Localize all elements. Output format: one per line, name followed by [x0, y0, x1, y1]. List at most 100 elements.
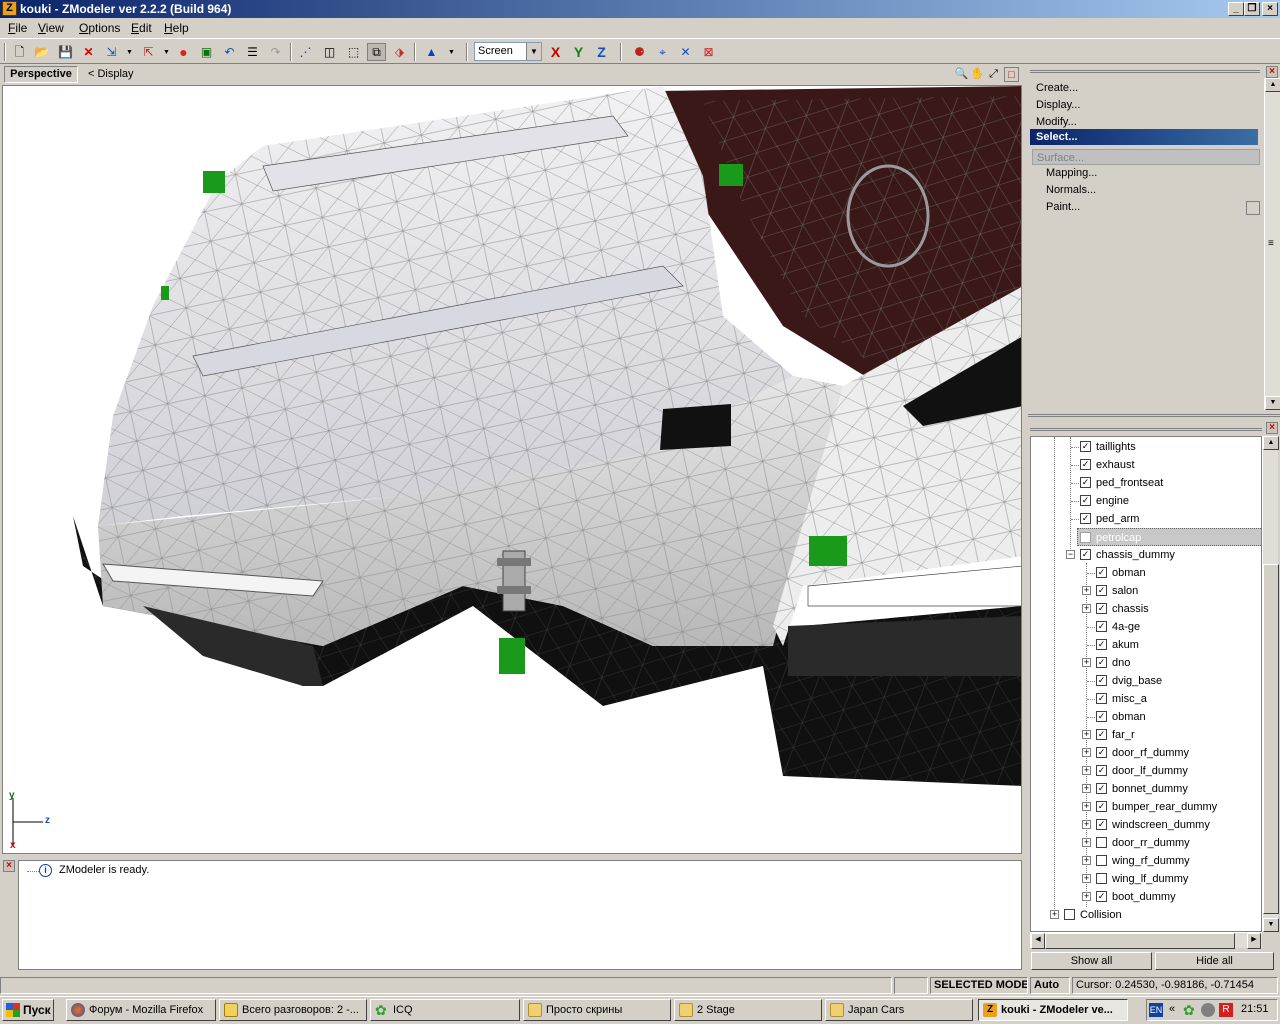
cmd-paint[interactable]: Paint... — [1046, 201, 1080, 213]
visibility-checkbox[interactable]: ✓ — [1096, 567, 1107, 578]
task-firefox[interactable]: Форум - Mozilla Firefox — [66, 999, 216, 1021]
snap-icon[interactable]: ⌖ — [653, 43, 672, 61]
visibility-checkbox[interactable]: ✓ — [1096, 747, 1107, 758]
scroll-left-icon[interactable]: ◀ — [1031, 933, 1045, 949]
expand-icon[interactable]: + — [1082, 658, 1091, 667]
task-folder-screens[interactable]: Просто скрины — [523, 999, 671, 1021]
icq-tray-icon[interactable]: ✿ — [1183, 1002, 1195, 1019]
cmd-select[interactable]: Select... — [1030, 129, 1258, 145]
menu-view[interactable]: View — [38, 21, 64, 35]
close-command-panel-icon[interactable]: × — [1266, 66, 1278, 78]
visibility-checkbox[interactable]: ✓ — [1080, 459, 1091, 470]
network-tray-icon[interactable] — [1201, 1003, 1215, 1017]
tree-item-dvig-base[interactable]: ✓ dvig_base — [1031, 672, 1261, 690]
tree-item-windscreen-dummy[interactable]: + ✓ windscreen_dummy — [1031, 816, 1261, 834]
cmd-surface[interactable]: Surface... — [1032, 149, 1260, 165]
visibility-checkbox[interactable]: ✓ — [1096, 603, 1107, 614]
normals-icon[interactable]: ▲ — [422, 43, 441, 61]
cmd-create[interactable]: Create... — [1036, 82, 1078, 94]
group-mode-icon[interactable]: ⧉ — [367, 43, 386, 61]
tree-item-bonnet-dummy[interactable]: + ✓ bonnet_dummy — [1031, 780, 1261, 798]
visibility-checkbox[interactable]: ✓ — [1096, 675, 1107, 686]
language-indicator[interactable]: EN — [1149, 1003, 1163, 1017]
pan-hand-icon[interactable]: ✋ — [970, 67, 985, 82]
expand-icon[interactable]: + — [1082, 604, 1091, 613]
tree-horizontal-scrollbar[interactable]: ◀ ▶ — [1030, 932, 1262, 949]
tree-item-wing-lf-dummy[interactable]: + wing_lf_dummy — [1031, 870, 1261, 888]
cmd-normals[interactable]: Normals... — [1046, 184, 1096, 196]
task-folder-2stage[interactable]: 2 Stage — [674, 999, 822, 1021]
tree-item-petrolcap[interactable]: petrolcap — [1077, 528, 1261, 546]
delete-icon[interactable]: ✕ — [79, 43, 98, 61]
visibility-checkbox[interactable]: ✓ — [1096, 657, 1107, 668]
scroll-down-icon[interactable]: ▼ — [1265, 396, 1280, 410]
object-tree[interactable]: ✓ taillights ✓ exhaust ✓ ped_frontseat ✓… — [1030, 436, 1262, 932]
visibility-checkbox[interactable] — [1096, 873, 1107, 884]
tree-item-4a-ge[interactable]: ✓ 4a-ge — [1031, 618, 1261, 636]
expand-icon[interactable]: + — [1082, 784, 1091, 793]
redo-icon[interactable]: ↷ — [266, 43, 285, 61]
viewport-label[interactable]: Perspective — [4, 66, 78, 83]
export-icon[interactable]: ⇱ — [139, 43, 158, 61]
tree-item-salon[interactable]: + ✓ salon — [1031, 582, 1261, 600]
axis-z-toggle[interactable]: Z — [592, 43, 611, 61]
scroll-up-icon[interactable]: ▲ — [1265, 78, 1280, 92]
visibility-checkbox[interactable]: ✓ — [1080, 477, 1091, 488]
task-icq[interactable]: ✿ ICQ — [370, 999, 520, 1021]
panel-splitter[interactable] — [1028, 414, 1280, 420]
import-icon[interactable]: ⇲ — [102, 43, 121, 61]
normals-dropdown-icon[interactable]: ▼ — [442, 43, 461, 61]
import-dropdown-icon[interactable]: ▼ — [120, 43, 139, 61]
tree-item-far-r[interactable]: + ✓ far_r — [1031, 726, 1261, 744]
visibility-checkbox[interactable] — [1080, 532, 1091, 543]
expand-icon[interactable]: + — [1082, 838, 1091, 847]
axis-lock-icon[interactable]: ✕ — [676, 43, 695, 61]
close-log-icon[interactable]: × — [3, 860, 15, 872]
tree-item-obman[interactable]: ✓ obman — [1031, 564, 1261, 582]
visibility-checkbox[interactable]: ✓ — [1096, 783, 1107, 794]
visibility-checkbox[interactable]: ✓ — [1096, 801, 1107, 812]
open-folder-icon[interactable]: 📂 — [32, 43, 51, 61]
visibility-checkbox[interactable]: ✓ — [1096, 639, 1107, 650]
expand-icon[interactable]: + — [1082, 874, 1091, 883]
pivot-icon[interactable]: ⚈ — [630, 43, 649, 61]
viewport-3d[interactable]: y z x — [2, 85, 1022, 854]
task-icq-chat[interactable]: Всего разговоров: 2 -... — [219, 999, 367, 1021]
axis-x-toggle[interactable]: X — [546, 43, 565, 61]
tree-item-akum[interactable]: ✓ akum — [1031, 636, 1261, 654]
display-toggle[interactable]: < Display — [88, 68, 134, 80]
chevron-down-icon[interactable]: ▼ — [526, 43, 541, 60]
scroll-grip-icon[interactable]: ≡ — [1268, 238, 1274, 249]
visibility-checkbox[interactable]: ✓ — [1080, 513, 1091, 524]
expand-icon[interactable]: + — [1082, 856, 1091, 865]
visibility-checkbox[interactable]: ✓ — [1080, 495, 1091, 506]
tree-item-exhaust[interactable]: ✓ exhaust — [1031, 456, 1261, 474]
visibility-checkbox[interactable]: ✓ — [1080, 549, 1091, 560]
expand-icon[interactable]: + — [1082, 892, 1091, 901]
visibility-checkbox[interactable] — [1064, 909, 1075, 920]
tree-vertical-scrollbar[interactable]: ▲ ▼ — [1262, 436, 1279, 932]
expand-icon[interactable]: + — [1082, 766, 1091, 775]
menu-help[interactable]: Help — [164, 21, 189, 35]
selected-mode-icon[interactable]: ⬗ — [390, 43, 409, 61]
expand-icon[interactable]: + — [1082, 586, 1091, 595]
visibility-checkbox[interactable]: ✓ — [1096, 729, 1107, 740]
log-area[interactable]: i ZModeler is ready. — [18, 860, 1022, 970]
tree-item-boot-dummy[interactable]: + ✓ boot_dummy — [1031, 888, 1261, 906]
coord-system-select[interactable]: Screen ▼ — [474, 42, 542, 61]
menu-options[interactable]: Options — [79, 21, 120, 35]
visibility-checkbox[interactable] — [1096, 837, 1107, 848]
menu-file[interactable]: File — [8, 21, 27, 35]
tree-item-engine[interactable]: ✓ engine — [1031, 492, 1261, 510]
tree-item-dno[interactable]: + ✓ dno — [1031, 654, 1261, 672]
tree-item-wing-rf-dummy[interactable]: + wing_rf_dummy — [1031, 852, 1261, 870]
close-button[interactable]: × — [1262, 2, 1278, 16]
undo-icon[interactable]: ↶ — [220, 43, 239, 61]
record-icon[interactable]: ● — [174, 43, 193, 61]
tree-item-door-rr-dummy[interactable]: + door_rr_dummy — [1031, 834, 1261, 852]
vertex-mode-icon[interactable]: ⋰ — [296, 43, 315, 61]
visibility-checkbox[interactable]: ✓ — [1096, 891, 1107, 902]
face-mode-icon[interactable]: ◫ — [320, 43, 339, 61]
task-zmodeler[interactable]: Z kouki - ZModeler ve... — [978, 999, 1128, 1021]
tray-expand-icon[interactable]: « — [1169, 1003, 1175, 1015]
